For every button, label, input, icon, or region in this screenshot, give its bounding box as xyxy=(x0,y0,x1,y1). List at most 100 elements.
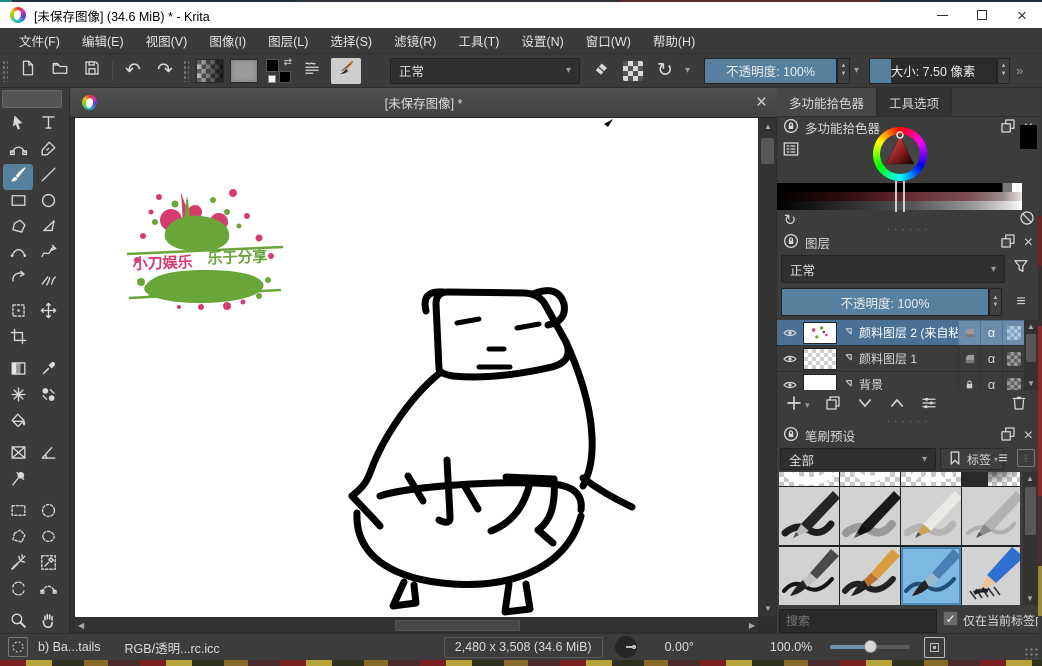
layer-visibility-eye-icon[interactable] xyxy=(777,351,803,367)
tool-color-picker-button[interactable] xyxy=(33,358,63,384)
color-bar-handle[interactable] xyxy=(895,181,897,212)
color-profile-status[interactable]: RGB/透明...rc.icc xyxy=(125,638,220,657)
alpha-lock-icon[interactable]: α xyxy=(980,373,1002,391)
layer-visibility-eye-icon[interactable] xyxy=(777,325,803,341)
canvas-vertical-scrollbar[interactable]: ▲ ▼ xyxy=(759,118,776,617)
layer-properties-button[interactable] xyxy=(920,394,938,417)
tool-polygon-button[interactable] xyxy=(3,216,33,242)
tab-tool-options[interactable]: 工具选项 xyxy=(877,88,952,116)
minimize-button[interactable] xyxy=(922,2,962,28)
move-layer-down-button[interactable] xyxy=(856,394,874,417)
menu-item[interactable]: 设置(N) xyxy=(510,28,574,53)
display-mode-button[interactable]: ⋮ xyxy=(1017,449,1035,467)
scroll-up-icon[interactable]: ▲ xyxy=(764,122,772,131)
color-wheel[interactable] xyxy=(873,127,927,181)
scroll-down-icon[interactable]: ▼ xyxy=(1026,594,1034,603)
layer-opacity-slider[interactable]: 不透明度: 100% xyxy=(781,288,989,316)
tool-select-rect-button[interactable] xyxy=(3,500,33,526)
tab-advanced-color-selector[interactable]: 多功能拾色器 xyxy=(777,88,877,116)
brush-preset-pencil-blue[interactable] xyxy=(962,547,1020,605)
toolbox-drag-grip[interactable] xyxy=(2,90,62,108)
add-layer-button[interactable]: ▾ xyxy=(785,394,810,417)
tool-move-button[interactable] xyxy=(33,300,63,326)
menu-item[interactable]: 帮助(H) xyxy=(642,28,706,53)
menu-item[interactable]: 选择(S) xyxy=(319,28,383,53)
layer-row[interactable]: 颜料图层 2 (来自粘贴) α xyxy=(777,320,1024,346)
subwindow-close-button[interactable]: × xyxy=(756,93,767,112)
zoom-slider-handle[interactable] xyxy=(864,640,877,653)
brush-preset-status[interactable]: b) Ba...tails xyxy=(38,640,101,654)
canvas-horizontal-scrollbar[interactable]: ◀ ▶ xyxy=(75,619,758,632)
open-document-button[interactable] xyxy=(47,58,73,84)
toolbar-grip[interactable] xyxy=(2,60,8,82)
tool-freehand-path-button[interactable] xyxy=(33,242,63,268)
tool-gradient-button[interactable] xyxy=(3,358,33,384)
pattern-chooser-button[interactable] xyxy=(230,59,258,83)
layer-thumbnail[interactable] xyxy=(803,374,837,391)
canvas-rotation-dial[interactable] xyxy=(615,636,637,658)
zoom-fit-button[interactable] xyxy=(924,637,945,658)
image-size-status[interactable]: 2,480 x 3,508 (34.6 MiB) xyxy=(444,637,603,658)
duplicate-layer-button[interactable] xyxy=(824,394,842,417)
toolbar-blend-mode-select[interactable]: 正常 ▾ xyxy=(390,58,580,84)
subwindow-title-bar[interactable]: [未保存图像] * × xyxy=(70,88,777,118)
layer-scrollbar[interactable]: ▲ ▼ xyxy=(1024,320,1038,390)
brush-preset-ink-pen-silver[interactable] xyxy=(962,487,1020,545)
alpha-lock-icon[interactable]: α xyxy=(980,321,1002,345)
maximize-button[interactable] xyxy=(962,2,1002,28)
tool-dynamic-brush-button[interactable] xyxy=(3,268,33,294)
menu-item[interactable]: 滤镜(R) xyxy=(383,28,447,53)
brush-preset-marker-black[interactable] xyxy=(840,487,900,545)
selection-mode-icon[interactable] xyxy=(8,637,28,657)
foreground-background-colors[interactable]: ⇄ xyxy=(265,58,292,84)
docker-float-icon[interactable] xyxy=(999,232,1017,253)
tool-select-button[interactable] xyxy=(3,112,33,138)
layer-opacity-spinner[interactable]: ▲▼ xyxy=(989,288,1002,316)
menu-item[interactable]: 图像(I) xyxy=(198,28,257,53)
layer-thumbnail[interactable] xyxy=(803,322,837,344)
layer-visibility-eye-icon[interactable] xyxy=(777,377,803,391)
tool-select-bezier-button[interactable] xyxy=(33,578,63,604)
brush-editor-button[interactable] xyxy=(331,58,361,84)
close-button[interactable]: × xyxy=(1002,2,1042,28)
tool-pattern-edit-button[interactable] xyxy=(3,384,33,410)
toolbar-overflow-button[interactable]: » xyxy=(1016,63,1021,78)
brush-scroll-thumb[interactable] xyxy=(1025,487,1036,535)
tool-select-similar-button[interactable] xyxy=(3,552,33,578)
color-bar-handle[interactable] xyxy=(903,181,905,212)
vscroll-thumb[interactable] xyxy=(761,138,774,164)
scroll-right-icon[interactable]: ▶ xyxy=(749,621,755,630)
docker-close-icon[interactable]: × xyxy=(1024,428,1033,444)
current-color-swatch[interactable] xyxy=(1020,125,1037,149)
docker-lock-icon[interactable] xyxy=(782,425,800,446)
layer-blend-mode-select[interactable]: 正常 ▾ xyxy=(781,255,1005,283)
tool-multibrush-button[interactable] xyxy=(33,268,63,294)
tool-polyline-button[interactable] xyxy=(33,216,63,242)
hscroll-thumb[interactable] xyxy=(395,620,520,631)
tool-calligraphy-button[interactable] xyxy=(33,138,63,164)
menu-item[interactable]: 视图(V) xyxy=(135,28,199,53)
color-history-list-icon[interactable] xyxy=(781,141,801,161)
tool-select-poly-button[interactable] xyxy=(3,526,33,552)
toolbar-grip[interactable] xyxy=(183,60,189,82)
brush-preset-paint-brush-orange[interactable] xyxy=(840,547,900,605)
menu-item[interactable]: 文件(F) xyxy=(8,28,71,53)
docker-float-icon[interactable] xyxy=(999,425,1017,446)
undo-button[interactable]: ↶ xyxy=(120,58,146,84)
docker-resize-handle[interactable]: · · · · · · xyxy=(777,419,1038,424)
alpha-channel-icon[interactable] xyxy=(1002,321,1024,345)
color-bar-saturation[interactable] xyxy=(777,192,1022,201)
layer-scroll-thumb[interactable] xyxy=(1026,334,1036,362)
tool-crop-button[interactable] xyxy=(3,326,33,352)
layer-lock-icon[interactable] xyxy=(958,373,980,391)
tool-select-ellipse-button[interactable] xyxy=(33,500,63,526)
inherit-alpha-icon[interactable] xyxy=(958,321,980,345)
docker-float-icon[interactable] xyxy=(999,117,1017,138)
tool-measure-button[interactable] xyxy=(33,442,63,468)
brush-preset-watercolor-brush-blue[interactable] xyxy=(901,547,961,605)
tool-smart-patch-button[interactable] xyxy=(33,384,63,410)
new-document-button[interactable] xyxy=(15,58,41,84)
opacity-spinner[interactable]: ▲▼ xyxy=(837,58,850,84)
brush-preset-liner-brush[interactable] xyxy=(779,547,839,605)
brush-preset-eraser-circle-small[interactable] xyxy=(840,472,900,486)
